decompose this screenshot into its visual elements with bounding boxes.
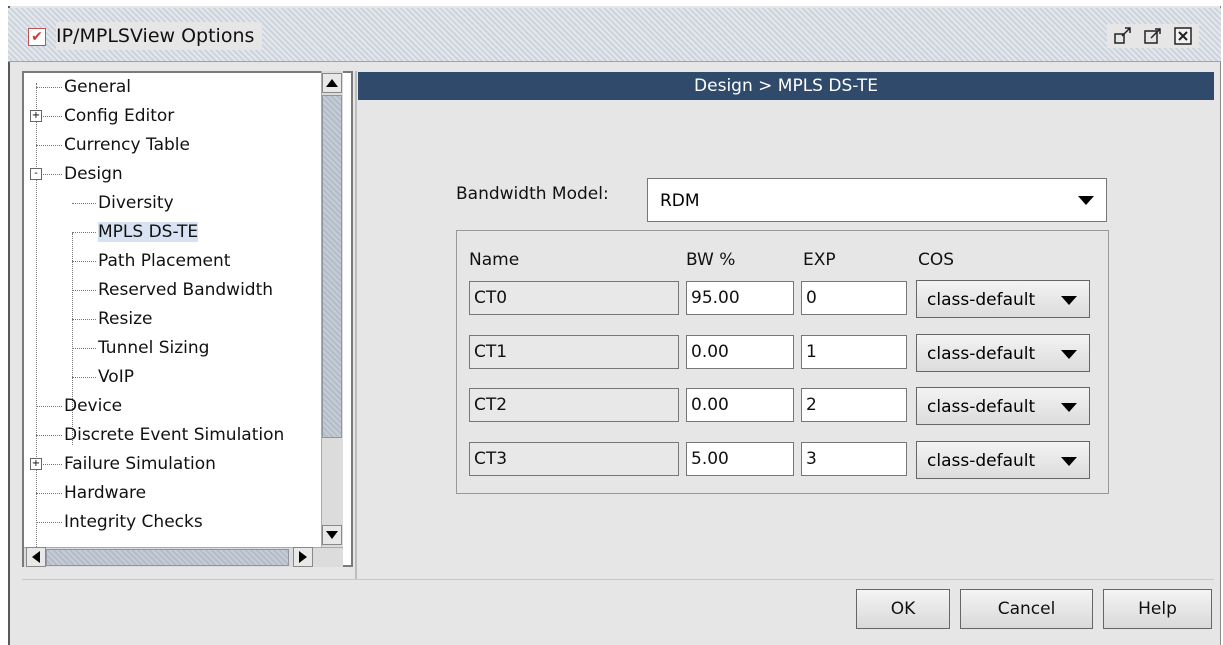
tree-line xyxy=(72,290,96,291)
ct-name-field: CT2 xyxy=(469,388,679,422)
maximize-icon[interactable] xyxy=(1141,24,1165,48)
tree-item-path-placement[interactable]: Path Placement xyxy=(98,247,230,275)
tree-item-design[interactable]: Design xyxy=(64,160,123,188)
tree-item-device[interactable]: Device xyxy=(64,392,122,420)
tree-item-failure-simulation[interactable]: Failure Simulation xyxy=(64,450,216,478)
expand-icon[interactable]: + xyxy=(30,458,42,470)
column-header-cos: COS xyxy=(918,250,955,270)
ct-name-field: CT3 xyxy=(469,442,679,476)
tree-line xyxy=(36,83,37,553)
scroll-down-arrow-icon[interactable] xyxy=(322,525,342,545)
chevron-down-icon xyxy=(1061,403,1077,412)
tree-line xyxy=(36,435,62,436)
cos-select[interactable]: class-default xyxy=(916,387,1090,425)
tree-line xyxy=(36,522,62,523)
tree-item-diversity[interactable]: Diversity xyxy=(98,189,174,217)
restore-icon[interactable] xyxy=(1111,24,1135,48)
ct-name-field: CT0 xyxy=(469,281,679,315)
tree-line xyxy=(36,87,62,88)
tree-item-voip[interactable]: VoIP xyxy=(98,363,134,391)
column-header-name: Name xyxy=(469,250,520,270)
help-button[interactable]: Help xyxy=(1103,589,1212,629)
window-title: IP/MPLSView Options xyxy=(56,22,263,50)
ok-button[interactable]: OK xyxy=(856,589,950,629)
tree-item-discrete-event-simulation[interactable]: Discrete Event Simulation xyxy=(64,421,284,449)
tree-item-integrity-checks[interactable]: Integrity Checks xyxy=(64,508,203,536)
bw-percent-input[interactable]: 0.00 xyxy=(686,388,794,422)
tree-item-reserved-bandwidth[interactable]: Reserved Bandwidth xyxy=(98,276,273,304)
bandwidth-model-select[interactable]: RDM xyxy=(647,178,1107,222)
bandwidth-model-label: Bandwidth Model: xyxy=(456,184,609,204)
exp-input[interactable]: 2 xyxy=(801,388,907,422)
bw-percent-input[interactable]: 0.00 xyxy=(686,335,794,369)
tree-line xyxy=(72,377,96,378)
tree-item-general[interactable]: General xyxy=(64,73,131,101)
tree-item-config-editor[interactable]: Config Editor xyxy=(64,102,174,130)
column-header-exp: EXP xyxy=(803,250,836,270)
cos-select[interactable]: class-default xyxy=(916,280,1090,318)
tree-horizontal-scroll-thumb[interactable] xyxy=(46,549,289,566)
cancel-button[interactable]: Cancel xyxy=(960,589,1093,629)
bandwidth-model-value: RDM xyxy=(660,191,700,211)
exp-input[interactable]: 0 xyxy=(801,281,907,315)
close-icon[interactable] xyxy=(1171,24,1195,48)
window-controls xyxy=(1107,24,1199,48)
exp-input[interactable]: 1 xyxy=(801,335,907,369)
tree-item-mpls-ds-te[interactable]: MPLS DS-TE xyxy=(98,218,199,246)
chevron-down-icon xyxy=(1061,350,1077,359)
tree-item-hardware[interactable]: Hardware xyxy=(64,479,146,507)
tree-line xyxy=(72,319,96,320)
expand-icon[interactable]: + xyxy=(30,110,42,122)
scroll-right-arrow-icon[interactable] xyxy=(293,547,313,567)
tree-item-resize[interactable]: Resize xyxy=(98,305,152,333)
checkmark-app-icon: ✔ xyxy=(28,28,46,46)
scroll-up-arrow-icon[interactable] xyxy=(322,73,342,93)
ct-name-field: CT1 xyxy=(469,335,679,369)
tree-line xyxy=(36,145,62,146)
panel-header: Design > MPLS DS-TE xyxy=(358,72,1214,100)
tree-line xyxy=(72,232,96,233)
tree-line xyxy=(72,203,96,204)
column-header-bw: BW % xyxy=(686,250,736,270)
bw-percent-input[interactable]: 95.00 xyxy=(686,281,794,315)
tree-line xyxy=(72,261,96,262)
exp-input[interactable]: 3 xyxy=(801,442,907,476)
scroll-left-arrow-icon[interactable] xyxy=(26,547,46,567)
tree-item-currency-table[interactable]: Currency Table xyxy=(64,131,190,159)
collapse-icon[interactable]: - xyxy=(30,168,42,180)
options-tree[interactable]: General + Config Editor Currency Table -… xyxy=(22,71,353,567)
split-pane-divider[interactable] xyxy=(355,71,357,579)
title-bar[interactable]: ✔ IP/MPLSView Options xyxy=(8,8,1221,62)
chevron-down-icon xyxy=(1061,296,1077,305)
cos-select[interactable]: class-default xyxy=(916,334,1090,372)
chevron-down-icon xyxy=(1061,457,1077,466)
chevron-down-icon xyxy=(1078,196,1094,205)
bw-percent-input[interactable]: 5.00 xyxy=(686,442,794,476)
cos-select[interactable]: class-default xyxy=(916,441,1090,479)
tree-line xyxy=(36,493,62,494)
tree-vertical-scroll-thumb[interactable] xyxy=(322,95,342,438)
tree-line xyxy=(36,406,62,407)
button-bar-separator xyxy=(22,579,1214,580)
tree-line xyxy=(72,348,96,349)
tree-item-tunnel-sizing[interactable]: Tunnel Sizing xyxy=(98,334,209,362)
